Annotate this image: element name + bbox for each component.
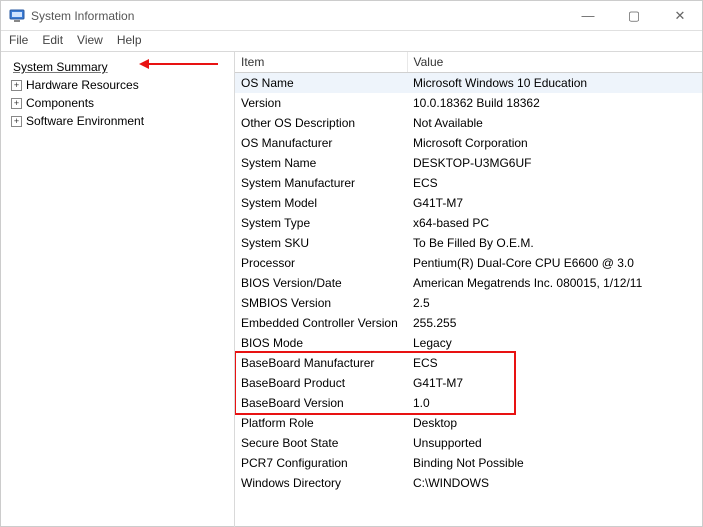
window-title: System Information (31, 9, 134, 23)
minimize-button[interactable]: — (574, 8, 602, 23)
expander-icon[interactable]: + (11, 116, 22, 127)
tree-item-hardware-resources[interactable]: + Hardware Resources (5, 76, 230, 94)
cell-item: BaseBoard Version (235, 393, 407, 413)
tree-item-components[interactable]: + Components (5, 94, 230, 112)
table-row[interactable]: Embedded Controller Version255.255 (235, 313, 702, 333)
table-row[interactable]: PCR7 ConfigurationBinding Not Possible (235, 453, 702, 473)
table-row[interactable]: System Typex64-based PC (235, 213, 702, 233)
table-row[interactable]: OS NameMicrosoft Windows 10 Education (235, 73, 702, 94)
cell-item: Other OS Description (235, 113, 407, 133)
cell-item: System Model (235, 193, 407, 213)
cell-item: Windows Directory (235, 473, 407, 493)
cell-item: Secure Boot State (235, 433, 407, 453)
cell-value: Binding Not Possible (407, 453, 702, 473)
cell-item: Version (235, 93, 407, 113)
cell-item: OS Name (235, 73, 407, 94)
cell-value: To Be Filled By O.E.M. (407, 233, 702, 253)
table-row[interactable]: BaseBoard ProductG41T-M7 (235, 373, 702, 393)
navigation-tree[interactable]: System Summary + Hardware Resources + Co… (1, 52, 235, 527)
cell-value: ECS (407, 353, 702, 373)
cell-item: BIOS Mode (235, 333, 407, 353)
cell-value: G41T-M7 (407, 193, 702, 213)
titlebar: System Information — ▢ ✕ (1, 1, 702, 31)
expander-icon[interactable]: + (11, 80, 22, 91)
expander-icon[interactable]: + (11, 98, 22, 109)
cell-item: System Manufacturer (235, 173, 407, 193)
menu-help[interactable]: Help (117, 33, 142, 47)
cell-item: Platform Role (235, 413, 407, 433)
cell-item: SMBIOS Version (235, 293, 407, 313)
cell-value: American Megatrends Inc. 080015, 1/12/11 (407, 273, 702, 293)
menu-view[interactable]: View (77, 33, 103, 47)
cell-value: Pentium(R) Dual-Core CPU E6600 @ 3.0 (407, 253, 702, 273)
cell-value: 255.255 (407, 313, 702, 333)
table-row[interactable]: Version10.0.18362 Build 18362 (235, 93, 702, 113)
tree-item-software-environment[interactable]: + Software Environment (5, 112, 230, 130)
table-row[interactable]: System SKUTo Be Filled By O.E.M. (235, 233, 702, 253)
table-row[interactable]: Secure Boot StateUnsupported (235, 433, 702, 453)
cell-value: 2.5 (407, 293, 702, 313)
column-header-value[interactable]: Value (407, 52, 702, 73)
table-row[interactable]: OS ManufacturerMicrosoft Corporation (235, 133, 702, 153)
cell-value: ECS (407, 173, 702, 193)
tree-root-system-summary[interactable]: System Summary (5, 58, 230, 76)
cell-value: x64-based PC (407, 213, 702, 233)
details-grid-wrap[interactable]: Item Value OS NameMicrosoft Windows 10 E… (235, 52, 702, 527)
cell-item: PCR7 Configuration (235, 453, 407, 473)
cell-value: Microsoft Windows 10 Education (407, 73, 702, 94)
cell-item: BaseBoard Manufacturer (235, 353, 407, 373)
tree-item-label: Software Environment (26, 114, 144, 128)
details-grid: Item Value OS NameMicrosoft Windows 10 E… (235, 52, 702, 493)
table-row[interactable]: BaseBoard ManufacturerECS (235, 353, 702, 373)
maximize-button[interactable]: ▢ (620, 8, 648, 24)
cell-item: OS Manufacturer (235, 133, 407, 153)
cell-item: System Type (235, 213, 407, 233)
cell-value: Microsoft Corporation (407, 133, 702, 153)
cell-item: Embedded Controller Version (235, 313, 407, 333)
table-row[interactable]: SMBIOS Version2.5 (235, 293, 702, 313)
table-row[interactable]: BIOS Version/DateAmerican Megatrends Inc… (235, 273, 702, 293)
cell-item: Processor (235, 253, 407, 273)
cell-value: DESKTOP-U3MG6UF (407, 153, 702, 173)
table-row[interactable]: System ModelG41T-M7 (235, 193, 702, 213)
menu-edit[interactable]: Edit (42, 33, 63, 47)
tree-item-label: Components (26, 96, 94, 110)
cell-value: Not Available (407, 113, 702, 133)
cell-value: Desktop (407, 413, 702, 433)
table-row[interactable]: System ManufacturerECS (235, 173, 702, 193)
table-row[interactable]: Other OS DescriptionNot Available (235, 113, 702, 133)
table-row[interactable]: Windows DirectoryC:\WINDOWS (235, 473, 702, 493)
cell-value: C:\WINDOWS (407, 473, 702, 493)
menu-file[interactable]: File (9, 33, 28, 47)
cell-item: BIOS Version/Date (235, 273, 407, 293)
cell-value: 1.0 (407, 393, 702, 413)
cell-item: System SKU (235, 233, 407, 253)
cell-value: Legacy (407, 333, 702, 353)
cell-value: G41T-M7 (407, 373, 702, 393)
menubar: File Edit View Help (1, 31, 702, 52)
table-row[interactable]: BaseBoard Version1.0 (235, 393, 702, 413)
cell-value: 10.0.18362 Build 18362 (407, 93, 702, 113)
column-header-item[interactable]: Item (235, 52, 407, 73)
table-row[interactable]: Platform RoleDesktop (235, 413, 702, 433)
close-button[interactable]: ✕ (666, 8, 694, 24)
table-row[interactable]: ProcessorPentium(R) Dual-Core CPU E6600 … (235, 253, 702, 273)
cell-item: BaseBoard Product (235, 373, 407, 393)
cell-item: System Name (235, 153, 407, 173)
sysinfo-icon (9, 8, 25, 24)
cell-value: Unsupported (407, 433, 702, 453)
table-row[interactable]: System NameDESKTOP-U3MG6UF (235, 153, 702, 173)
table-row[interactable]: BIOS ModeLegacy (235, 333, 702, 353)
tree-item-label: Hardware Resources (26, 78, 139, 92)
